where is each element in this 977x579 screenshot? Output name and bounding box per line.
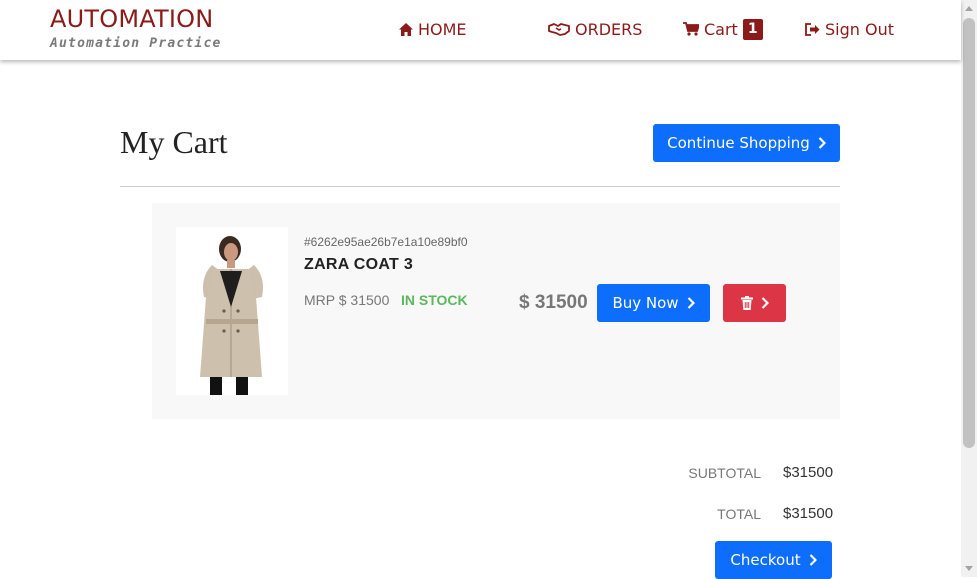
- scroll-down-arrow-icon[interactable]: [961, 561, 977, 577]
- cart-item: #6262e95ae26b7e1a10e89bf0 ZARA COAT 3 MR…: [152, 203, 840, 419]
- product-price: $ 31500: [519, 292, 588, 313]
- product-name: ZARA COAT 3: [304, 256, 414, 273]
- chevron-right-icon: [809, 554, 817, 566]
- checkout-button[interactable]: Checkout: [715, 541, 832, 579]
- sign-out-icon: [805, 22, 820, 36]
- nav-orders-label: ORDERS: [575, 19, 643, 39]
- scrollbar-thumb[interactable]: [963, 18, 975, 448]
- home-icon: [399, 22, 413, 36]
- total-label: TOTAL: [717, 506, 761, 522]
- delete-item-button[interactable]: [723, 284, 786, 322]
- continue-shopping-button[interactable]: Continue Shopping: [653, 124, 840, 162]
- chevron-right-icon: [761, 297, 769, 309]
- page-title: My Cart: [120, 124, 228, 160]
- cart-icon: [683, 22, 699, 36]
- checkout-label: Checkout: [730, 551, 801, 569]
- cart-count-badge: 1: [742, 18, 763, 40]
- scroll-up-arrow-icon[interactable]: [961, 0, 977, 16]
- nav-home-link[interactable]: HOME: [399, 17, 467, 41]
- brand-subtitle: Automation Practice: [50, 36, 222, 51]
- nav-home-label: HOME: [418, 19, 467, 39]
- chevron-right-icon: [687, 297, 695, 309]
- chevron-right-icon: [818, 137, 826, 149]
- buy-now-label: Buy Now: [612, 294, 679, 312]
- brand-title[interactable]: AUTOMATION: [50, 5, 213, 33]
- trash-icon: [740, 296, 753, 310]
- nav-sign-out-link[interactable]: Sign Out: [805, 17, 894, 41]
- nav-cart-label: Cart: [704, 19, 738, 39]
- nav-sign-out-label: Sign Out: [825, 19, 894, 39]
- subtotal-value: $31500: [783, 464, 834, 481]
- continue-shopping-label: Continue Shopping: [667, 134, 810, 152]
- subtotal-label: SUBTOTAL: [688, 465, 761, 481]
- product-id: #6262e95ae26b7e1a10e89bf0: [304, 235, 468, 249]
- handshake-icon: [548, 23, 570, 36]
- vertical-scrollbar[interactable]: [961, 0, 977, 577]
- nav-cart-link[interactable]: Cart 1: [683, 17, 763, 41]
- product-image[interactable]: [176, 227, 288, 395]
- title-divider: [120, 186, 840, 187]
- product-mrp: MRP $ 31500: [304, 292, 390, 308]
- stock-status: IN STOCK: [401, 292, 468, 308]
- top-navbar: AUTOMATION Automation Practice HOME ORDE…: [0, 0, 961, 60]
- total-value: $31500: [783, 505, 834, 522]
- buy-now-button[interactable]: Buy Now: [597, 284, 710, 322]
- nav-orders-link[interactable]: ORDERS: [548, 17, 642, 41]
